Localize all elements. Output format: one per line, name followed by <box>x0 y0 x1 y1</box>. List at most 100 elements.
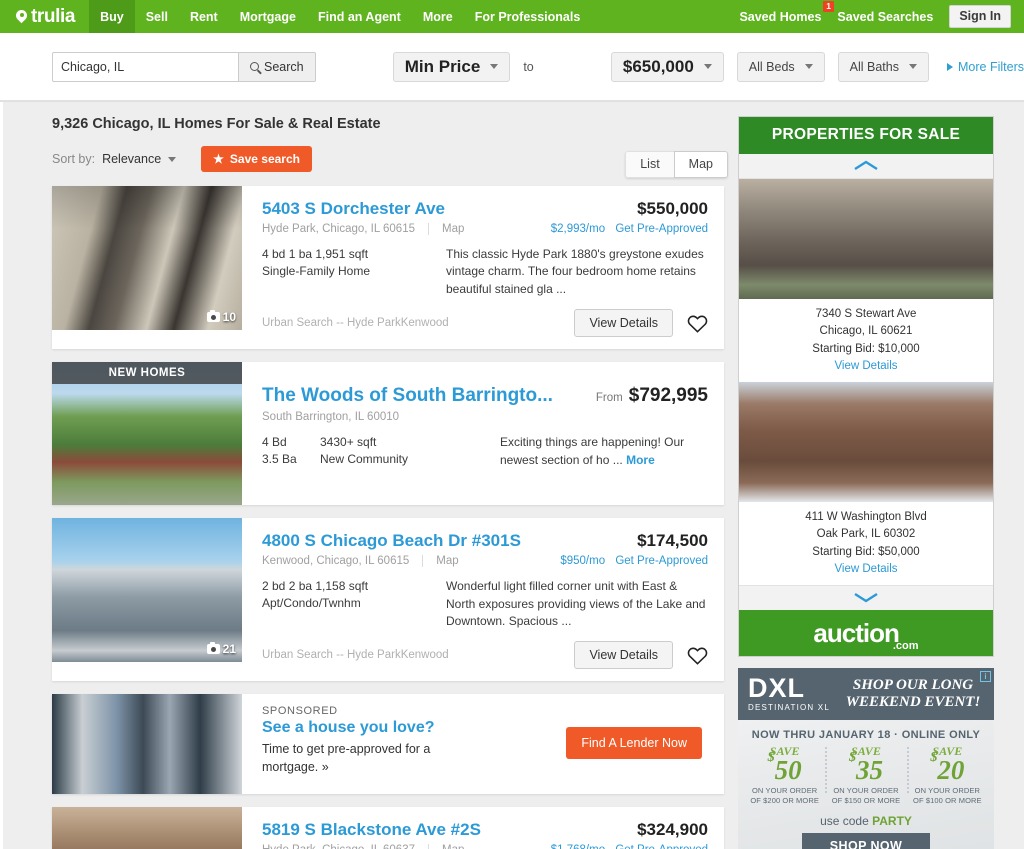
save-search-label: Save search <box>229 152 300 166</box>
listing-map-link[interactable]: Map <box>428 223 464 235</box>
auction-property-bid: Starting Bid: $10,000 <box>812 342 920 355</box>
auction-view-details-link[interactable]: View Details <box>739 358 993 375</box>
get-pre-approved-link[interactable]: Get Pre-Approved <box>615 844 708 849</box>
read-more-link[interactable]: More <box>626 453 655 467</box>
auction-property-photo[interactable] <box>739 179 993 299</box>
listing-map-link[interactable]: Map <box>428 844 464 849</box>
max-price-dropdown[interactable]: $650,000 <box>610 51 724 82</box>
location-search-group: Search <box>52 51 316 82</box>
auction-brand-name: auction <box>813 617 899 648</box>
nav-item-find-an-agent[interactable]: Find an Agent <box>307 0 412 33</box>
auction-view-details-link[interactable]: View Details <box>739 561 993 578</box>
listing-description-text: Exciting things are happening! Our newes… <box>500 435 685 467</box>
listing-photo[interactable] <box>52 807 242 849</box>
nav-item-mortgage[interactable]: Mortgage <box>229 0 307 33</box>
more-filters-toggle[interactable]: More Filters <box>947 60 1024 74</box>
listing-neighborhood: Kenwood, Chicago, IL 60615 <box>262 555 410 568</box>
listing-specs: 2 bd 2 ba 1,158 sqft Apt/Condo/Twnhm <box>262 578 442 630</box>
listing-price: $550,000 <box>637 199 708 218</box>
nav-item-for-professionals[interactable]: For Professionals <box>464 0 592 33</box>
saved-searches-link[interactable]: Saved Searches <box>837 10 933 24</box>
nav-item-more[interactable]: More <box>412 0 464 33</box>
view-details-button[interactable]: View Details <box>574 309 673 338</box>
auction-brand-logo[interactable]: auction .com <box>739 609 993 656</box>
listing-source: Urban Search -- Hyde ParkKenwood <box>262 649 449 662</box>
auction-property-photo-image <box>739 179 993 299</box>
photo-count-value: 10 <box>222 310 236 324</box>
auction-scroll-down[interactable] <box>739 584 993 610</box>
min-price-dropdown[interactable]: Min Price <box>392 51 511 82</box>
listing-details: The Woods of South Barringto... From $79… <box>242 362 724 505</box>
sponsored-photo-image <box>52 694 242 795</box>
saved-homes-link[interactable]: Saved Homes 1 <box>739 0 835 24</box>
get-pre-approved-link[interactable]: Get Pre-Approved <box>615 223 708 235</box>
listing-photo[interactable]: 21 <box>52 518 242 663</box>
dxl-headline-line2: WEEKEND EVENT! <box>845 693 981 710</box>
search-button-label: Search <box>264 59 304 74</box>
view-map-button[interactable]: Map <box>673 151 728 178</box>
trulia-logo[interactable]: trulia <box>0 0 89 33</box>
auction-scroll-up[interactable] <box>739 154 993 179</box>
camera-icon <box>206 309 220 322</box>
listing-source: Urban Search -- Hyde ParkKenwood <box>262 317 449 330</box>
listing-card[interactable]: 5819 S Blackstone Ave #2S $324,900 Hyde … <box>52 807 724 849</box>
listing-baths: 3.5 Ba <box>262 452 297 467</box>
nav-item-buy[interactable]: Buy <box>89 0 135 33</box>
dxl-tier-condition: ON YOUR ORDER OF $200 OR MORE <box>750 786 819 806</box>
chevron-down-icon <box>168 156 177 162</box>
listing-card[interactable]: NEW HOMES The Woods of South Barringto..… <box>52 362 724 506</box>
sidebar: PROPERTIES FOR SALE 7340 S Stewart Ave C… <box>738 116 994 849</box>
auction-ad[interactable]: PROPERTIES FOR SALE 7340 S Stewart Ave C… <box>738 116 994 657</box>
dxl-offer-tier: SAVE $35 ON YOUR ORDER OF $150 OR MORE <box>825 745 906 807</box>
listing-details: 5403 S Dorchester Ave $550,000 Hyde Park… <box>242 186 724 349</box>
favorite-heart-icon[interactable] <box>687 314 708 333</box>
listing-photo[interactable]: NEW HOMES <box>52 362 242 506</box>
find-a-lender-button[interactable]: Find A Lender Now <box>566 727 702 760</box>
view-list-button[interactable]: List <box>625 151 674 178</box>
listing-address[interactable]: 4800 S Chicago Beach Dr #301S <box>262 531 521 551</box>
sort-dropdown[interactable]: Relevance <box>102 152 177 166</box>
listing-neighborhood: Hyde Park, Chicago, IL 60615 <box>262 223 415 235</box>
dxl-promo-code-line: use code PARTY <box>738 814 994 828</box>
more-filters-label: More Filters <box>958 59 1024 74</box>
get-pre-approved-link[interactable]: Get Pre-Approved <box>615 555 708 567</box>
listing-map-link[interactable]: Map <box>422 555 459 568</box>
listing-card[interactable]: 21 4800 S Chicago Beach Dr #301S $174,50… <box>52 518 724 682</box>
search-button[interactable]: Search <box>238 51 316 82</box>
listing-home-type: Apt/Condo/Twnhm <box>262 596 361 611</box>
favorite-heart-icon[interactable] <box>687 646 708 665</box>
search-icon <box>250 62 259 71</box>
listing-address[interactable]: 5819 S Blackstone Ave #2S <box>262 820 481 840</box>
listing-description: Wonderful light filled corner unit with … <box>446 579 706 628</box>
baths-label: All Baths <box>849 59 899 74</box>
auction-property-photo[interactable] <box>739 381 993 502</box>
dxl-shop-now-button[interactable]: SHOP NOW <box>801 832 931 849</box>
sign-in-button[interactable]: Sign In <box>949 5 1011 28</box>
nav-item-sell[interactable]: Sell <box>135 0 179 33</box>
page-body: List Map 9,326 Chicago, IL Homes For Sal… <box>0 101 1024 849</box>
star-icon: ★ <box>213 152 224 166</box>
nav-item-rent[interactable]: Rent <box>179 0 229 33</box>
listing-photo-image <box>52 518 242 663</box>
ad-choices-icon[interactable]: i <box>980 670 991 682</box>
baths-dropdown[interactable]: All Baths <box>837 51 929 82</box>
auction-ad-header: PROPERTIES FOR SALE <box>739 117 993 154</box>
search-input[interactable] <box>52 51 238 82</box>
save-search-button[interactable]: ★ Save search <box>201 146 312 172</box>
listing-specs: 4 Bd 3430+ sqft 3.5 Ba New Community <box>262 434 442 469</box>
listing-photo[interactable]: 10 <box>52 186 242 330</box>
beds-dropdown[interactable]: All Beds <box>736 51 825 82</box>
dxl-logo-text: DXL <box>748 673 805 704</box>
view-details-button[interactable]: View Details <box>574 641 673 670</box>
chevron-down-icon <box>804 64 813 69</box>
photo-count-badge: 10 <box>206 309 236 324</box>
dxl-ad[interactable]: DXL DESTINATION XL SHOP OUR LONG WEEKEND… <box>738 667 994 849</box>
primary-nav-links: Buy Sell Rent Mortgage Find an Agent Mor… <box>89 0 591 33</box>
sort-row: Sort by: Relevance ★ Save search <box>52 145 724 173</box>
listing-address[interactable]: 5403 S Dorchester Ave <box>262 199 445 219</box>
sponsored-label: SPONSORED <box>262 705 338 718</box>
listing-address[interactable]: The Woods of South Barringto... <box>262 385 553 407</box>
listing-card[interactable]: 10 5403 S Dorchester Ave $550,000 Hyde P… <box>52 186 724 350</box>
sponsored-ad-card[interactable]: SPONSORED See a house you love? Time to … <box>52 694 724 795</box>
dxl-tier-condition: ON YOUR ORDER OF $100 OR MORE <box>913 786 982 806</box>
